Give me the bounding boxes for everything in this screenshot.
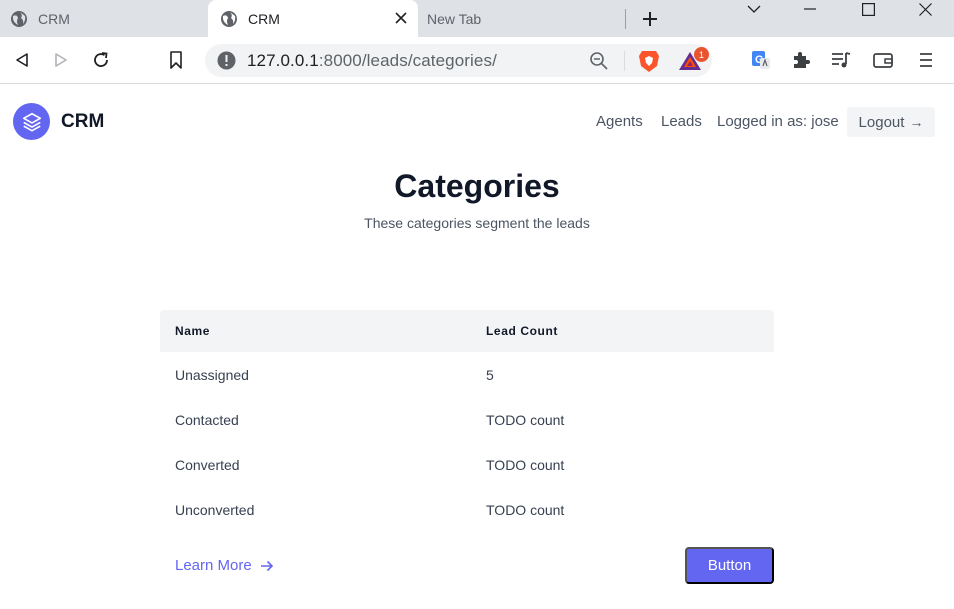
bookmark-button[interactable]	[165, 49, 187, 71]
puzzle-icon	[794, 52, 810, 68]
lead-count: TODO count	[486, 412, 565, 428]
minimize-button[interactable]	[787, 0, 833, 18]
categories-table: Name Lead Count Unassigned 5 Contacted T…	[160, 310, 774, 532]
table-row[interactable]: Unassigned 5	[160, 352, 774, 397]
close-icon	[918, 2, 932, 16]
minimize-icon	[804, 8, 816, 10]
omnibox-divider	[624, 51, 625, 71]
bookmark-icon	[170, 51, 182, 69]
tab-separator	[625, 9, 626, 29]
table-row[interactable]: Contacted TODO count	[160, 397, 774, 442]
plus-icon	[643, 12, 657, 26]
page-title: Categories	[394, 168, 560, 204]
url-host: 127.0.0.1	[247, 51, 319, 70]
table-header: Name Lead Count	[160, 310, 774, 352]
category-name[interactable]: Unassigned	[175, 367, 249, 383]
logged-in-user: Logged in as: jose	[717, 113, 839, 130]
back-button[interactable]	[11, 49, 33, 71]
table-row[interactable]: Unconverted TODO count	[160, 487, 774, 532]
lead-count: TODO count	[486, 457, 565, 473]
tab-title: New Tab	[427, 10, 482, 27]
brand-name[interactable]: CRM	[61, 111, 104, 133]
media-button[interactable]	[830, 49, 852, 71]
tab-crm-active[interactable]: CRM	[208, 0, 418, 38]
globe-icon	[221, 11, 237, 27]
back-icon	[16, 53, 28, 67]
window-close-button[interactable]	[902, 0, 948, 18]
category-name[interactable]: Contacted	[175, 412, 239, 428]
globe-icon	[11, 10, 27, 27]
category-name[interactable]: Unconverted	[175, 502, 254, 518]
forward-button[interactable]	[50, 49, 72, 71]
reload-button[interactable]	[90, 49, 112, 71]
nav-link-agents[interactable]: Agents	[596, 113, 643, 130]
lead-count: TODO count	[486, 502, 565, 518]
zoom-icon[interactable]	[589, 51, 609, 71]
page-content: CRM Agents Leads Logged in as: jose Logo…	[0, 85, 954, 609]
translate-button[interactable]: G	[750, 49, 772, 71]
reload-icon	[94, 52, 108, 67]
brand-logo[interactable]	[13, 103, 50, 140]
nav-link-leads[interactable]: Leads	[661, 113, 702, 130]
extensions-button[interactable]	[790, 49, 812, 71]
wallet-button[interactable]	[872, 49, 894, 71]
tab-search-button[interactable]	[731, 0, 777, 18]
translate-icon: G	[752, 51, 770, 69]
page-subtitle: These categories segment the leads	[364, 215, 590, 231]
url-text[interactable]: 127.0.0.1:8000/leads/categories/	[247, 51, 497, 71]
layers-icon	[22, 112, 41, 132]
url-path: :8000/leads/categories/	[318, 51, 497, 70]
tab-new-tab[interactable]: New Tab	[418, 0, 624, 37]
logout-button[interactable]: Logout →	[847, 107, 935, 137]
column-header-lead-count: Lead Count	[486, 324, 558, 338]
hamburger-icon	[920, 53, 932, 67]
forward-icon	[55, 53, 67, 67]
table-row[interactable]: Converted TODO count	[160, 442, 774, 487]
browser-toolbar: 127.0.0.1:8000/leads/categories/ 1 G	[0, 37, 954, 84]
site-navbar: CRM Agents Leads Logged in as: jose Logo…	[0, 85, 954, 158]
wallet-icon	[873, 53, 893, 68]
maximize-icon	[861, 2, 875, 16]
learn-more-label: Learn More	[175, 557, 252, 574]
brave-shields-icon[interactable]	[638, 49, 660, 73]
maximize-button[interactable]	[845, 0, 891, 18]
arrow-right-icon	[260, 560, 273, 571]
rewards-badge: 1	[694, 47, 709, 62]
close-tab-icon[interactable]	[392, 9, 410, 27]
new-tab-button[interactable]	[638, 7, 662, 31]
arrow-right-icon: →	[909, 114, 924, 130]
chevron-down-icon	[747, 5, 761, 13]
lead-count: 5	[486, 367, 494, 383]
site-info-icon[interactable]	[217, 51, 236, 70]
primary-button[interactable]: Button	[685, 547, 774, 584]
tab-crm-1[interactable]: CRM	[0, 0, 205, 37]
tab-title: CRM	[248, 11, 280, 27]
category-name[interactable]: Converted	[175, 457, 240, 473]
learn-more-link[interactable]: Learn More	[175, 557, 274, 574]
browser-tabstrip: CRM CRM New Tab	[0, 0, 954, 38]
playlist-icon	[832, 52, 851, 68]
column-header-name: Name	[175, 324, 211, 338]
tab-title: CRM	[38, 10, 70, 27]
address-bar[interactable]: 127.0.0.1:8000/leads/categories/ 1	[205, 44, 712, 77]
menu-button[interactable]	[915, 49, 937, 71]
logout-label: Logout	[858, 113, 905, 131]
